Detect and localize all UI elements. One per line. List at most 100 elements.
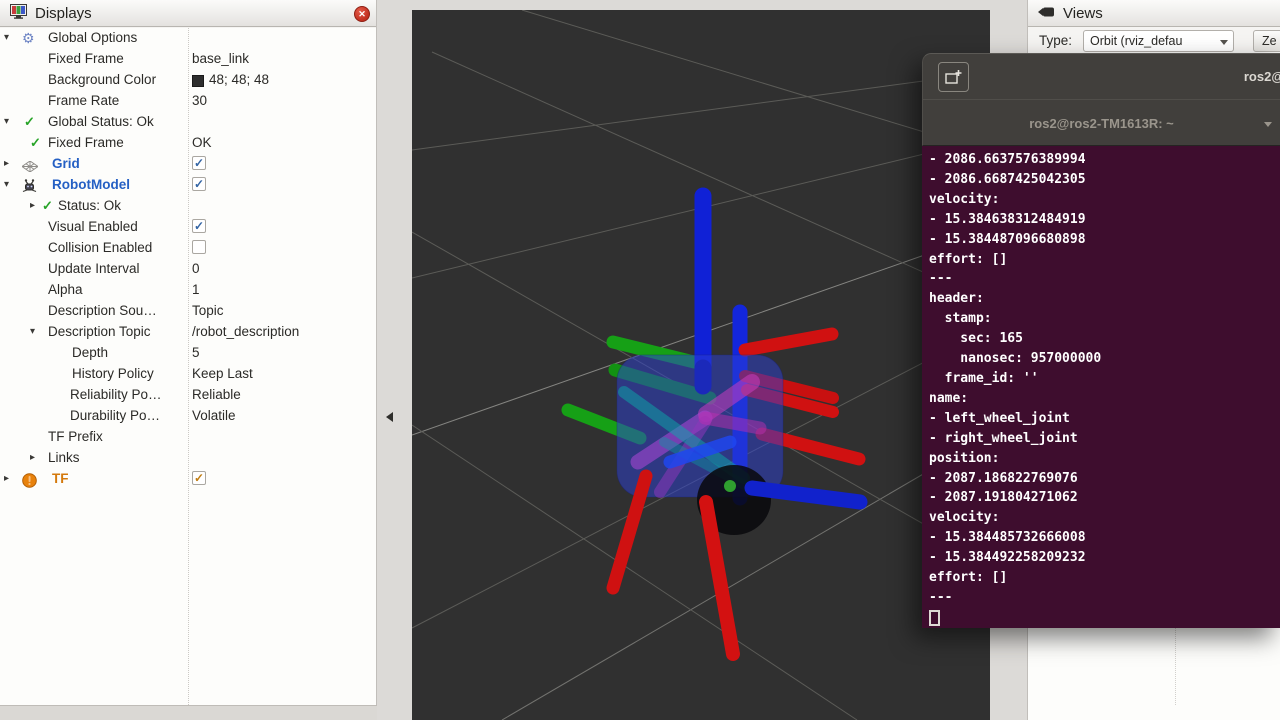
chevron-down-icon[interactable] (1264, 122, 1272, 127)
row-label: Links (48, 450, 80, 465)
tree-row-global-options[interactable]: ▾⚙Global Options (0, 28, 376, 49)
gear-icon: ⚙ (22, 30, 35, 47)
tree-row-visual-enabled[interactable]: Visual Enabled✓ (0, 217, 376, 238)
zero-button[interactable]: Ze (1253, 30, 1280, 52)
row-label: Global Status: Ok (48, 114, 154, 129)
expand-arrow-icon[interactable]: ▾ (4, 32, 9, 43)
tree-row-update-interval[interactable]: Update Interval 0 (0, 259, 376, 280)
row-value[interactable]: 0 (192, 261, 200, 276)
check-icon: ✓ (24, 114, 35, 130)
panel-splitter[interactable] (378, 0, 412, 720)
tree-row-reliability-policy[interactable]: Reliability Po… Reliable (0, 385, 376, 406)
rviz-window: Displays ✕ ▾⚙Global OptionsFixed Frameba… (0, 0, 1280, 720)
tree-row-alpha[interactable]: Alpha 1 (0, 280, 376, 301)
view-type-dropdown[interactable]: Orbit (rviz_defau (1083, 30, 1234, 52)
row-value[interactable]: Topic (192, 303, 224, 318)
tree-row-depth[interactable]: Depth5 (0, 343, 376, 364)
tree-row-global-status[interactable]: ▾ ✓ Global Status: Ok (0, 112, 376, 133)
tree-row-frame-rate[interactable]: Frame Rate 30 (0, 91, 376, 112)
tree-row-robot-status[interactable]: ▸✓Status: Ok (0, 196, 376, 217)
viewport-scene (412, 10, 990, 720)
row-label: History Policy (72, 366, 154, 381)
displays-tree[interactable]: ▾⚙Global OptionsFixed Framebase_linkBack… (0, 28, 376, 705)
row-label: Durability Po… (70, 408, 160, 423)
grid-icon (22, 160, 38, 175)
tree-row-description-source[interactable]: Description Sou… Topic (0, 301, 376, 322)
tree-row-links[interactable]: ▸ Links (0, 448, 376, 469)
row-value[interactable]: 30 (192, 93, 207, 108)
terminal-cursor (929, 610, 940, 626)
tree-row-robot-model[interactable]: ▾RobotModel✓ (0, 175, 376, 196)
tf-axis-x (745, 334, 832, 350)
row-value[interactable]: 5 (192, 345, 200, 360)
row-checkbox[interactable]: ✓ (192, 156, 206, 170)
tf-axis-y-nub (724, 480, 736, 492)
tree-row-fixed-frame-status[interactable]: ✓Fixed FrameOK (0, 133, 376, 154)
views-panel-titlebar[interactable]: Views (1028, 0, 1280, 27)
zero-button-label: Ze (1262, 34, 1277, 48)
displays-icon (10, 4, 27, 23)
views-panel-title: Views (1063, 5, 1103, 22)
tree-row-history-policy[interactable]: History Policy Keep Last (0, 364, 376, 385)
row-value[interactable]: Keep Last (192, 366, 253, 381)
tree-row-tf[interactable]: ▸ TF ✓ (0, 469, 376, 490)
row-checkbox[interactable]: ✓ (192, 177, 206, 191)
displays-panel-title: Displays (35, 5, 92, 22)
tree-row-tf-prefix[interactable]: TF Prefix (0, 427, 376, 448)
views-type-label: Type: (1039, 33, 1072, 48)
terminal-text: - 2086.6637576389994 - 2086.668742504230… (929, 150, 1280, 608)
tree-row-description-topic[interactable]: ▾ Description Topic/robot_description (0, 322, 376, 343)
row-label: Alpha (48, 282, 83, 297)
row-label: Update Interval (48, 261, 140, 276)
toolbar-edge (412, 0, 990, 10)
expand-arrow-icon[interactable]: ▾ (4, 116, 9, 127)
row-label: Reliability Po… (70, 387, 162, 402)
tf-icon (22, 473, 37, 491)
row-value[interactable]: Reliable (192, 387, 241, 402)
collapse-arrow-icon[interactable]: ▸ (4, 158, 9, 169)
collapse-arrow-icon[interactable]: ▸ (30, 452, 35, 463)
row-value[interactable]: base_link (192, 51, 249, 66)
collapse-arrow-icon[interactable]: ▸ (4, 473, 9, 484)
tree-row-grid[interactable]: ▸ Grid ✓ (0, 154, 376, 175)
row-label: Description Topic (48, 324, 151, 339)
terminal-window-title: ros2@ (1244, 69, 1280, 84)
tree-row-collision-enabled[interactable]: Collision Enabled (0, 238, 376, 259)
row-value[interactable]: 48; 48; 48 (209, 72, 269, 87)
tree-row-background-color[interactable]: Background Color48; 48; 48 (0, 70, 376, 91)
check-icon: ✓ (30, 135, 41, 151)
tree-row-durability-policy[interactable]: Durability Po… Volatile (0, 406, 376, 427)
expand-arrow-icon[interactable]: ▾ (4, 179, 9, 190)
collapse-panel-icon[interactable] (386, 412, 393, 422)
row-checkbox[interactable] (192, 240, 206, 254)
check-icon: ✓ (42, 198, 53, 214)
row-label: Grid (52, 156, 80, 171)
views-type-row: Type: Orbit (rviz_defau Ze (1028, 28, 1280, 53)
row-label: Fixed Frame (48, 51, 124, 66)
row-label: TF (52, 471, 69, 486)
view-type-value: Orbit (rviz_defau (1090, 34, 1182, 48)
row-value[interactable]: OK (192, 135, 212, 150)
row-checkbox[interactable]: ✓ (192, 471, 206, 485)
views-icon (1038, 5, 1056, 22)
close-icon[interactable]: ✕ (354, 6, 370, 22)
row-value[interactable]: 1 (192, 282, 200, 297)
row-value[interactable]: Volatile (192, 408, 236, 423)
row-value[interactable]: /robot_description (192, 324, 299, 339)
color-swatch[interactable] (192, 75, 204, 87)
terminal-tab[interactable]: ros2@ros2-TM1613R: ~ (923, 116, 1280, 131)
new-tab-button[interactable] (938, 62, 969, 92)
tree-row-fixed-frame[interactable]: Fixed Frame base_link (0, 49, 376, 70)
row-label: Description Sou… (48, 303, 157, 318)
displays-panel-titlebar[interactable]: Displays ✕ (0, 0, 376, 27)
terminal-tabbar[interactable]: ros2@ros2-TM1613R: ~ (922, 99, 1280, 146)
terminal-window[interactable]: ros2@ ros2@ros2-TM1613R: ~ - 2086.663757… (922, 53, 1280, 628)
row-label: Frame Rate (48, 93, 119, 108)
row-checkbox[interactable]: ✓ (192, 219, 206, 233)
terminal-titlebar[interactable]: ros2@ (922, 53, 1280, 99)
render-viewport[interactable] (412, 10, 990, 720)
chevron-down-icon (1220, 40, 1228, 45)
terminal-output[interactable]: - 2086.6637576389994 - 2086.668742504230… (922, 146, 1280, 628)
collapse-arrow-icon[interactable]: ▸ (30, 200, 35, 211)
expand-arrow-icon[interactable]: ▾ (30, 326, 35, 337)
